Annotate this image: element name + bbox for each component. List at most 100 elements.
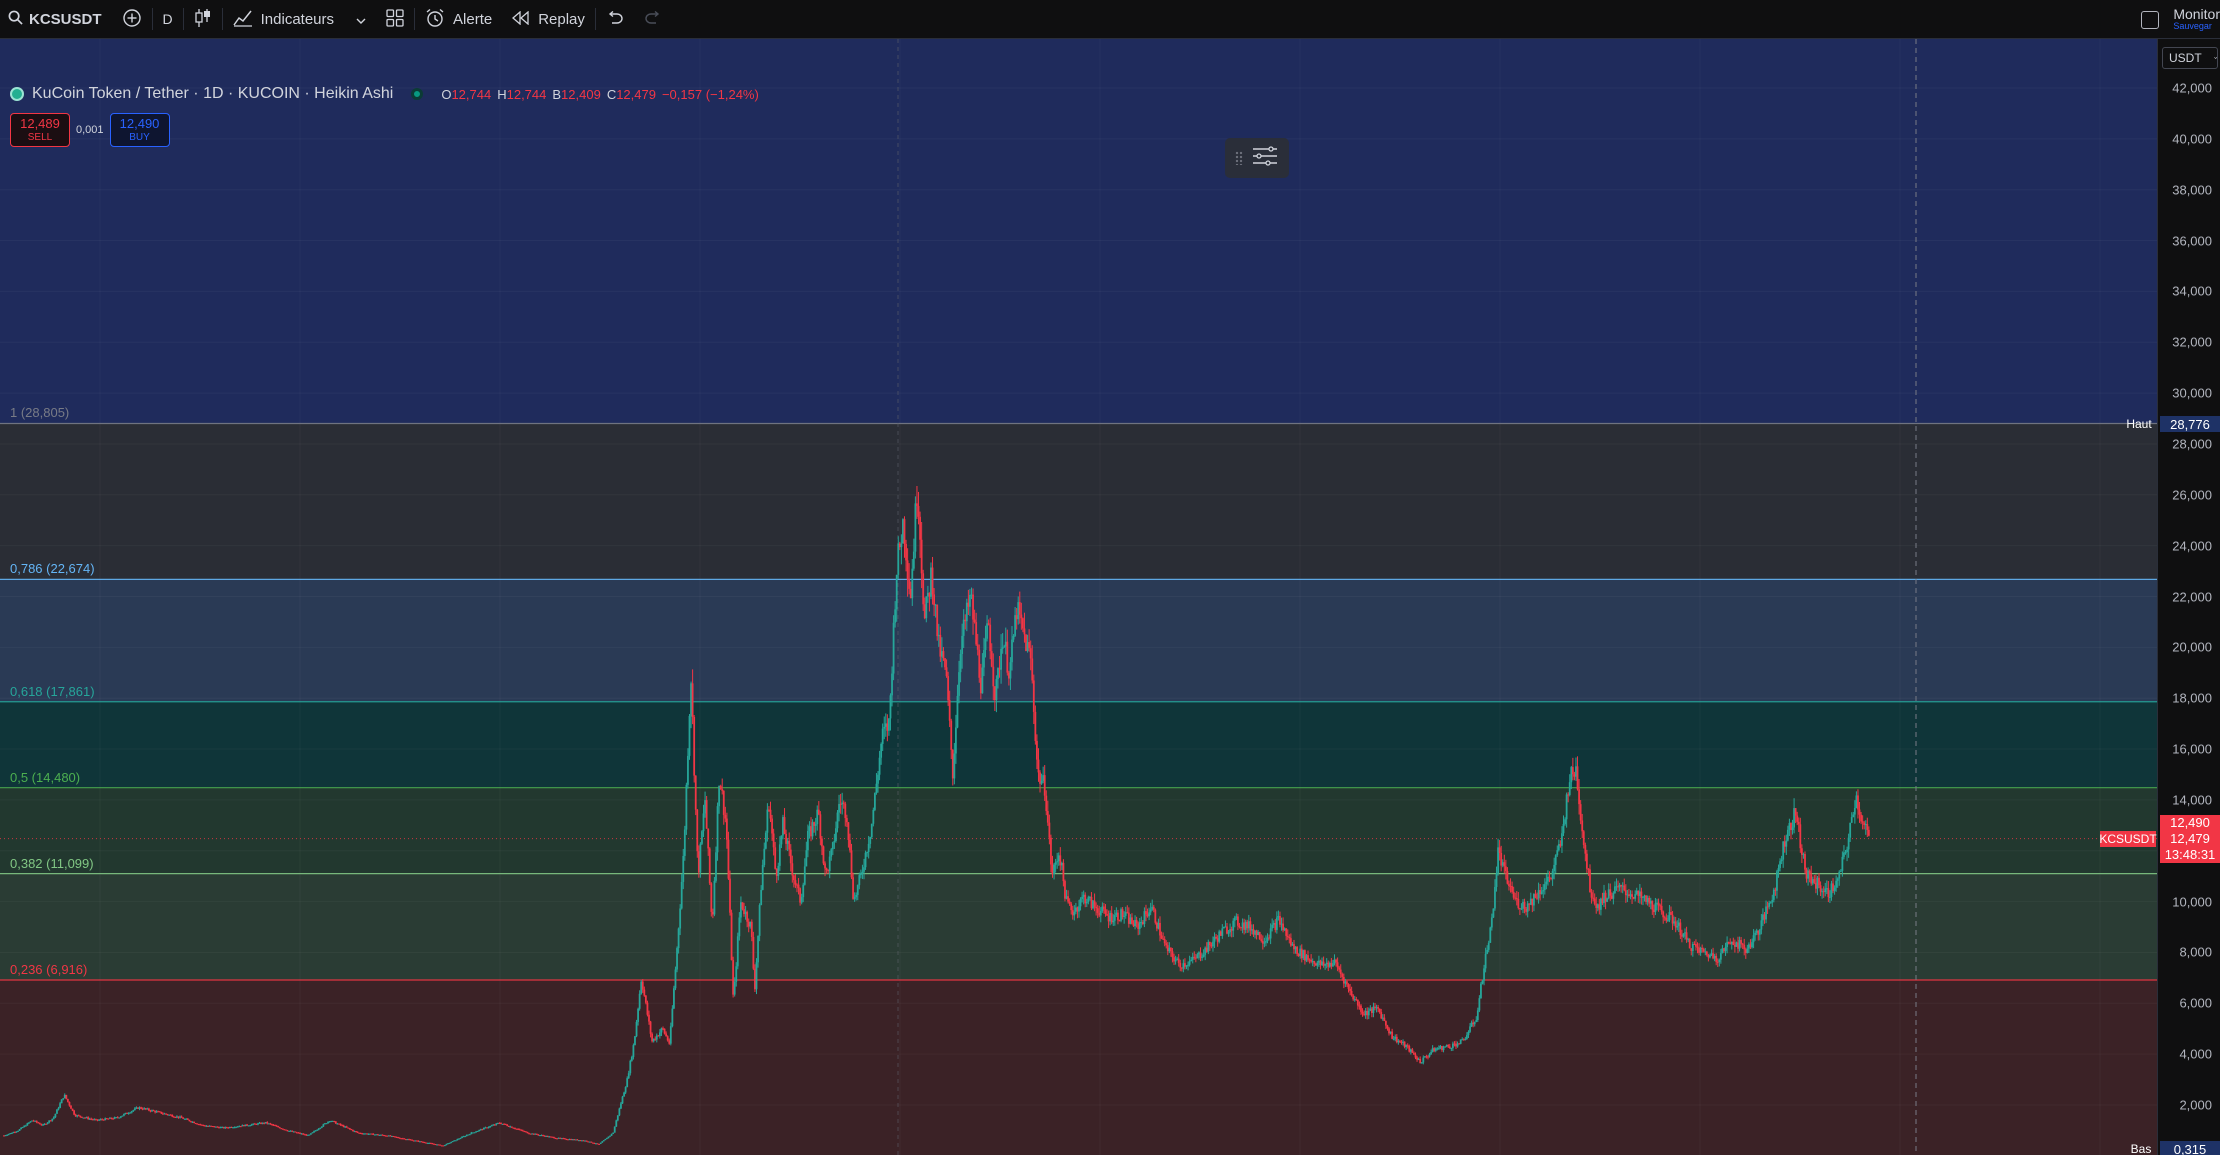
price-scale[interactable]: USDT 42,000 40,000 38,000 36,000 34,000 32,00… [2157,39,2220,1155]
candle-body [797,884,800,889]
symbol-search[interactable]: KCSUSDT [0,0,112,39]
series-legend: KuCoin Token / Tether · 1D · KUCOIN · He… [10,85,759,103]
candle-body [1092,900,1094,909]
fib-level-label[interactable]: 0,382 (11,099) [10,856,94,874]
candle-body [386,1135,389,1137]
candle-body [1526,903,1529,912]
candle-body [1003,646,1006,648]
candle-body [553,1137,555,1139]
candle-body [48,1120,51,1123]
price-tick-label: 16,000 [2172,741,2212,757]
candle-body [1850,817,1853,823]
candle-body [532,1133,535,1135]
candle-body [861,871,864,874]
candle-body [1489,927,1492,943]
candle-body [85,1117,88,1119]
sell-button[interactable]: 12,489 SELL [10,113,70,147]
candle-body [877,774,879,784]
currency-select[interactable]: USDT [2162,47,2218,69]
candle-body [1151,906,1154,910]
candle-body [1171,951,1174,958]
candle-body [1177,958,1180,963]
candle-body [1218,931,1221,942]
alert-button[interactable]: Alerte [415,0,502,39]
chevron-down-icon [2213,56,2217,60]
candle-body [800,897,803,903]
candle-body [169,1114,172,1116]
interval-button[interactable]: D [153,0,183,39]
candle-body [1182,963,1185,969]
candle-body [324,1123,326,1125]
candle-body [1668,912,1671,921]
candle-body [1754,932,1757,936]
candle-body [193,1121,195,1124]
candle-body [4,1135,7,1137]
candle-body [1065,896,1068,899]
chart-pane[interactable]: KuCoin Token / Tether · 1D · KUCOIN · He… [0,39,2157,1155]
replay-button[interactable]: Replay [502,0,595,39]
candle-body [271,1124,273,1126]
candle-body [1827,888,1830,898]
price-chart[interactable] [0,39,2157,1155]
add-symbol-button[interactable] [112,0,152,39]
candle-body [1313,961,1316,964]
price-tick-label: 4,000 [2179,1046,2212,1062]
price-tick-label: 42,000 [2172,80,2212,96]
chart-type-button[interactable] [184,0,222,39]
candle-body [107,1118,110,1120]
candle-body [319,1127,322,1129]
fib-level-label[interactable]: 0,618 (17,861) [10,684,95,702]
candle-body [1478,998,1481,1011]
fib-level-label[interactable]: 1 (28,805) [10,405,69,423]
fib-level-label[interactable]: 0,236 (6,916) [10,962,87,980]
candle-body [453,1140,456,1142]
candle-body [1388,1028,1390,1034]
candle-body [1578,789,1580,805]
candle-body [456,1139,459,1141]
candle-body [738,917,741,937]
candle-body [602,1140,605,1142]
fib-level-label[interactable]: 0,786 (22,674) [10,561,95,579]
candle-body [1434,1048,1437,1051]
chevron-down-icon[interactable] [356,11,366,28]
candle-body [1221,928,1224,936]
candle-body [1855,795,1858,809]
settings-lines-icon[interactable] [1251,145,1279,172]
candle-body [246,1124,248,1126]
candle-body [1081,896,1084,899]
buy-button[interactable]: 12,490 BUY [109,113,170,147]
candle-body [973,619,976,623]
candle-body [1375,1007,1378,1009]
candle-body [758,905,761,936]
candle-body [955,727,957,754]
drawing-floating-toolbar[interactable] [1225,138,1289,178]
undo-button[interactable] [596,0,634,39]
candle-body [1335,959,1337,963]
monitor-checkbox[interactable] [2141,10,2160,29]
candle-body [82,1117,85,1119]
market-status-icon[interactable] [411,88,424,100]
candle-body [1800,848,1803,855]
candle-body [665,1033,668,1037]
candle-body [1229,929,1232,933]
series-title[interactable]: KuCoin Token / Tether · 1D · KUCOIN · He… [32,85,393,103]
candle-body [1455,1043,1457,1047]
candle-body [280,1128,283,1130]
layout-button[interactable] [376,0,414,39]
candle-body [454,1140,457,1142]
redo-button[interactable] [634,0,672,39]
candle-body [942,651,945,659]
candle-body [1297,953,1300,956]
candle-body [429,1142,432,1144]
indicators-button[interactable]: Indicateurs [223,0,376,39]
monitor-layout[interactable]: Monitor Sauvegar [2173,7,2220,31]
candle-body [498,1123,501,1125]
candle-body [445,1143,448,1146]
candle-body [1698,947,1700,953]
drag-handle-icon[interactable] [1235,151,1243,165]
candle-body [269,1123,272,1125]
candle-body [1068,901,1071,904]
candle-body [640,981,643,994]
candle-body [207,1125,209,1127]
fib-level-label[interactable]: 0,5 (14,480) [10,770,80,788]
